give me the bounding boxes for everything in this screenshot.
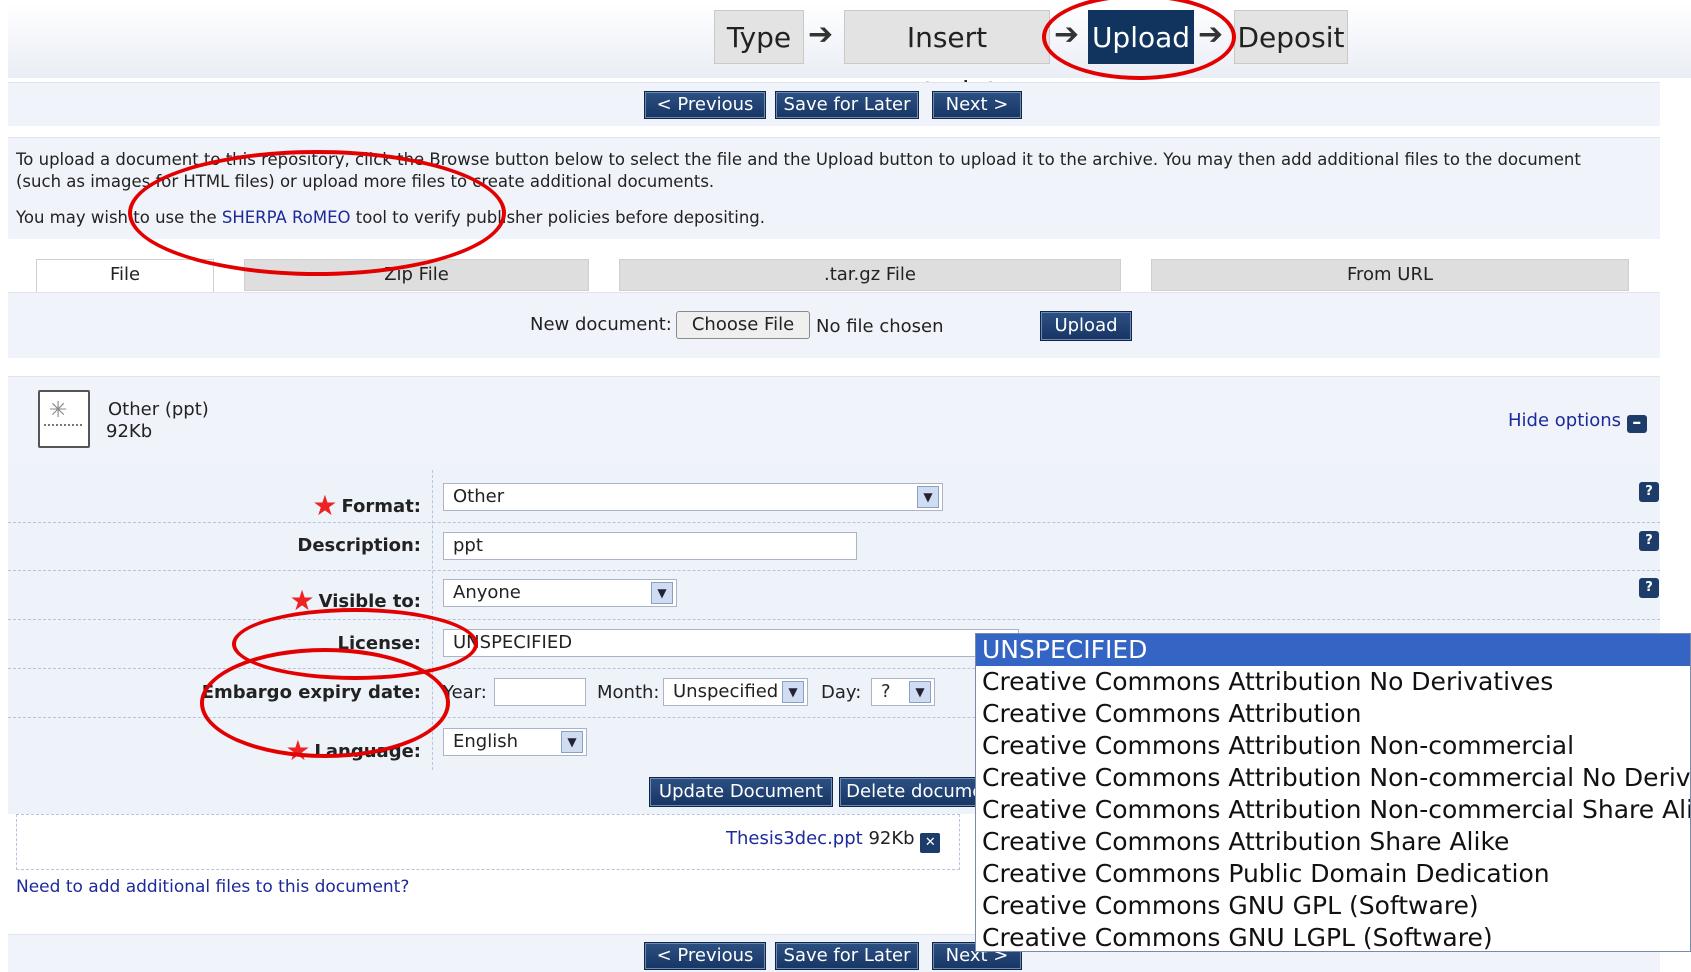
form-row-divider (8, 570, 1660, 571)
required-star-icon: ★ (289, 584, 315, 617)
romeo-suffix: tool to verify publisher policies before… (350, 208, 766, 227)
license-option[interactable]: Creative Commons Attribution Share Alike (976, 826, 1690, 858)
required-star-icon: ★ (312, 489, 338, 522)
arrow-right-icon: ➔ (1054, 17, 1080, 52)
workflow-step-type[interactable]: Type (714, 10, 804, 64)
day-select[interactable]: ? ▼ (871, 678, 935, 706)
description-label: Description: (297, 535, 421, 556)
help-icon[interactable]: ? (1639, 482, 1659, 502)
document-size: 92Kb (106, 421, 153, 442)
license-select[interactable]: UNSPECIFIED (443, 629, 1019, 657)
license-option[interactable]: Creative Commons Attribution Non-commerc… (976, 730, 1690, 762)
license-option[interactable]: Creative Commons Attribution Non-commerc… (976, 762, 1690, 794)
next-button[interactable]: Next > (932, 91, 1022, 119)
help-icon[interactable]: ? (1639, 578, 1659, 598)
romeo-prefix: You may wish to use the (16, 208, 222, 227)
chevron-down-icon: ▼ (917, 486, 939, 508)
intro-line-1: To upload a document to this repository,… (16, 150, 1581, 169)
description-input[interactable]: ppt (443, 532, 857, 560)
romeo-sentence: You may wish to use the SHERPA RoMEO too… (16, 207, 765, 229)
sherpa-romeo-link[interactable]: SHERPA RoMEO (222, 208, 351, 227)
format-select[interactable]: Other ▼ (443, 483, 943, 511)
chevron-down-icon: ▼ (782, 681, 804, 703)
workflow-step-upload[interactable]: Upload (1088, 10, 1194, 64)
license-dropdown-list[interactable]: UNSPECIFIED Creative Commons Attribution… (975, 633, 1691, 952)
required-star-icon: ★ (285, 734, 311, 767)
help-icon[interactable]: ? (1639, 531, 1659, 551)
visible-to-label: ★ Visible to: (289, 584, 421, 617)
license-label: License: (337, 633, 421, 654)
tab-zip-file[interactable]: Zip File (244, 259, 589, 291)
year-label: Year: (443, 682, 487, 703)
license-option[interactable]: Creative Commons Attribution Non-commerc… (976, 794, 1690, 826)
add-additional-files-link[interactable]: Need to add additional files to this doc… (16, 877, 409, 897)
upload-button[interactable]: Upload (1040, 311, 1132, 341)
save-for-later-button[interactable]: Save for Later (775, 91, 919, 119)
intro-line-2: (such as images for HTML files) or uploa… (16, 172, 715, 191)
year-input[interactable] (494, 678, 586, 706)
previous-button[interactable]: < Previous (644, 942, 766, 970)
collapse-minus-icon: – (1626, 414, 1647, 433)
remove-file-icon[interactable]: ✕ (920, 833, 941, 853)
tab-file[interactable]: File (36, 259, 214, 294)
document-file-icon: ✳ (38, 390, 90, 448)
license-option[interactable]: Creative Commons Public Domain Dedicatio… (976, 858, 1690, 890)
no-file-chosen-text: No file chosen (816, 316, 944, 337)
month-select[interactable]: Unspecified ▼ (663, 678, 808, 706)
arrow-right-icon: ➔ (1198, 17, 1224, 52)
file-size: 92Kb (868, 828, 915, 849)
tab-tar-gz-file[interactable]: .tar.gz File (619, 259, 1121, 291)
license-option-selected[interactable]: UNSPECIFIED (976, 634, 1690, 666)
new-document-label: New document: (530, 314, 672, 335)
save-for-later-button[interactable]: Save for Later (775, 942, 919, 970)
form-row-divider (8, 619, 1660, 620)
workflow-bar: Type ➔ Insert metadata ➔ Upload ➔ Deposi… (8, 4, 1691, 108)
embargo-expiry-label: Embargo expiry date: (201, 682, 421, 703)
tab-from-url[interactable]: From URL (1151, 259, 1629, 291)
license-option[interactable]: Creative Commons Attribution No Derivati… (976, 666, 1690, 698)
visible-to-select[interactable]: Anyone ▼ (443, 579, 677, 607)
document-header (8, 376, 1660, 464)
file-entry: Thesis3dec.ppt 92Kb ✕ (726, 828, 941, 853)
license-option[interactable]: Creative Commons GNU GPL (Software) (976, 890, 1690, 922)
chevron-down-icon: ▼ (909, 681, 931, 703)
asterisk-icon: ✳ (49, 398, 68, 423)
language-select[interactable]: English ▼ (443, 728, 587, 756)
format-label: ★ Format: (312, 489, 421, 522)
license-option[interactable]: Creative Commons GNU LGPL (Software) (976, 922, 1690, 951)
choose-file-button[interactable]: Choose File (676, 311, 810, 339)
language-label: ★ Language: (285, 734, 421, 767)
form-row-divider (8, 522, 1660, 523)
form-divider (432, 470, 433, 770)
day-label: Day: (821, 682, 862, 703)
workflow-step-deposit[interactable]: Deposit (1234, 10, 1348, 64)
update-document-button[interactable]: Update Document (649, 777, 833, 807)
arrow-right-icon: ➔ (808, 17, 834, 52)
chevron-down-icon: ▼ (561, 731, 583, 753)
file-name-link[interactable]: Thesis3dec.ppt (726, 828, 863, 849)
workflow-step-insert-metadata[interactable]: Insert metadata (844, 10, 1050, 108)
hide-options-link[interactable]: Hide options – (1508, 410, 1647, 433)
document-format: Other (ppt) (108, 399, 209, 420)
file-lines-icon (44, 424, 82, 426)
license-option[interactable]: Creative Commons Attribution (976, 698, 1690, 730)
chevron-down-icon: ▼ (651, 582, 673, 604)
hide-options-label: Hide options (1508, 410, 1622, 431)
previous-button[interactable]: < Previous (644, 91, 766, 119)
month-label: Month: (597, 682, 660, 703)
